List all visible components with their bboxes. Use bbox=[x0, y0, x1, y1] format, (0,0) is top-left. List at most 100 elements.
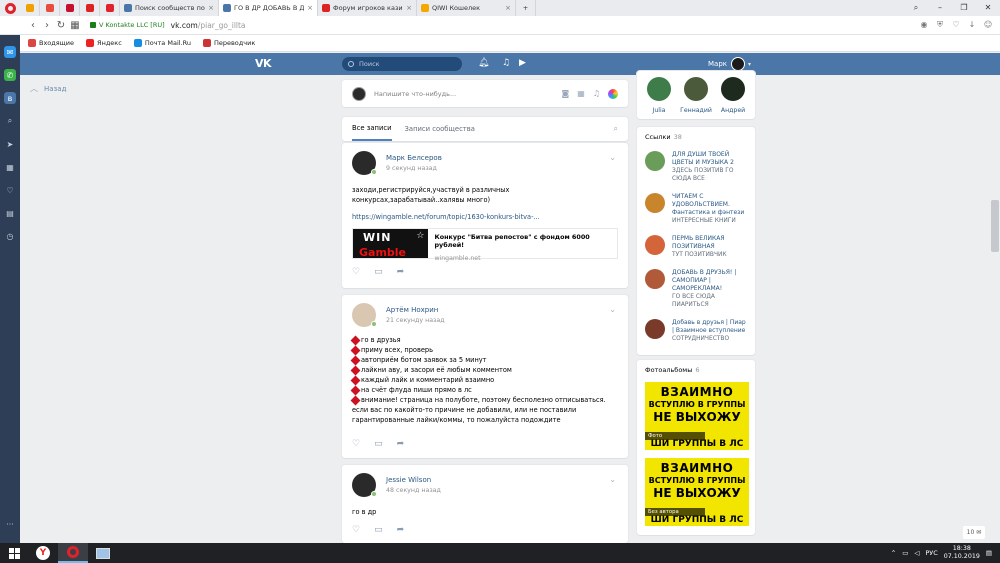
taskbar-yandex[interactable]: Y bbox=[28, 543, 58, 563]
post-time[interactable]: 9 секунд назад bbox=[386, 165, 442, 172]
bookmark-inbox[interactable]: Входящие bbox=[28, 39, 74, 47]
start-button[interactable] bbox=[0, 547, 28, 559]
bookmark-yandex[interactable]: Яндекс bbox=[86, 39, 122, 47]
comment-icon[interactable]: ▭ bbox=[374, 267, 383, 277]
avatar[interactable] bbox=[352, 303, 377, 327]
security-badge[interactable]: V Kontakte LLC [RU] bbox=[90, 21, 165, 29]
more-icon[interactable]: ··· bbox=[6, 520, 14, 529]
close-tab-icon[interactable]: × bbox=[505, 4, 511, 12]
language-indicator[interactable]: РУС bbox=[925, 549, 937, 557]
restore-icon[interactable]: ❐ bbox=[952, 3, 976, 13]
friend-item[interactable]: Геннадий bbox=[679, 77, 713, 114]
heart-icon[interactable]: ♡ bbox=[950, 20, 962, 30]
share-icon[interactable]: ➦ bbox=[397, 267, 405, 277]
messenger-icon[interactable]: ✉ bbox=[4, 46, 16, 58]
music-icon[interactable]: ♫ bbox=[593, 89, 600, 98]
group-link[interactable]: ДОБАВЬ В ДРУЗЬЯ! | САМОПИАР | САМОРЕКЛАМ… bbox=[645, 269, 747, 309]
tab-all-posts[interactable]: Все записи bbox=[352, 117, 392, 141]
album-thumbnail[interactable]: ВЗАИМНО ВСТУПЛЮ В ГРУППЫ НЕ ВЫХОЖУ Фото … bbox=[645, 382, 749, 450]
pinned-tab[interactable] bbox=[100, 0, 120, 16]
favorites-icon[interactable]: ♡ bbox=[4, 184, 16, 196]
video-icon[interactable]: ▦ bbox=[577, 89, 585, 98]
vk-icon[interactable]: в bbox=[4, 92, 16, 104]
pinned-tab[interactable] bbox=[80, 0, 100, 16]
comment-icon[interactable]: ▭ bbox=[374, 525, 383, 535]
taskbar-explorer[interactable] bbox=[88, 543, 118, 563]
send-icon[interactable]: ➤ bbox=[4, 138, 16, 150]
like-icon[interactable]: ♡ bbox=[352, 439, 360, 449]
search-icon[interactable]: ⌕ bbox=[4, 115, 16, 127]
whatsapp-icon[interactable]: ✆ bbox=[4, 69, 16, 81]
tab[interactable]: Форум игроков казино × bbox=[318, 0, 417, 16]
notifications-bell-icon[interactable]: 🔔︎ bbox=[478, 58, 489, 68]
post-author[interactable]: Jessie Wilson bbox=[386, 476, 441, 484]
opera-menu-button[interactable] bbox=[0, 0, 20, 16]
bookmark-mailru[interactable]: Почта Mail.Ru bbox=[133, 39, 191, 47]
friend-item[interactable]: Julia bbox=[642, 77, 676, 114]
chevron-down-icon[interactable]: ⌄ bbox=[609, 305, 616, 314]
page-scrollbar[interactable] bbox=[991, 75, 1000, 543]
scrollbar-thumb[interactable] bbox=[991, 200, 999, 252]
links-header[interactable]: Ссылки 38 bbox=[645, 133, 747, 141]
tab-search-icon[interactable]: ⌕ bbox=[904, 3, 928, 13]
pinned-tab[interactable] bbox=[20, 0, 40, 16]
download-icon[interactable]: ↓ bbox=[966, 20, 978, 30]
share-icon[interactable]: ➦ bbox=[397, 439, 405, 449]
tab[interactable]: Поиск сообществ по запр× bbox=[120, 0, 219, 16]
minimize-icon[interactable]: – bbox=[928, 3, 952, 13]
bookmark-translator[interactable]: Переводчик bbox=[202, 39, 255, 47]
search-icon[interactable]: ⌕ bbox=[614, 124, 618, 134]
history-icon[interactable]: ◷ bbox=[4, 230, 16, 242]
music-icon[interactable]: ♫ bbox=[502, 58, 510, 68]
camera-icon[interactable]: ◉ bbox=[918, 20, 930, 30]
comment-icon[interactable]: ▭ bbox=[374, 439, 383, 449]
chevron-down-icon[interactable]: ⌄ bbox=[609, 475, 616, 484]
news-icon[interactable]: ▤ bbox=[4, 207, 16, 219]
close-tab-icon[interactable]: × bbox=[307, 4, 313, 12]
apps-icon[interactable]: ▦ bbox=[4, 161, 16, 173]
volume-icon[interactable]: ◁ bbox=[914, 549, 919, 557]
photo-icon[interactable]: ◙ bbox=[562, 89, 570, 98]
url-input[interactable]: vk.com/piar_go_illta bbox=[171, 21, 246, 30]
group-link[interactable]: ПЕРМЬ ВЕЛИКАЯ ПОЗИТИВНАЯ ТУТ ПОЗИТИВЧИК bbox=[645, 235, 747, 259]
pinned-tab[interactable] bbox=[40, 0, 60, 16]
chevron-down-icon[interactable]: ⌄ bbox=[609, 153, 616, 162]
forward-icon[interactable]: › bbox=[40, 20, 54, 31]
taskbar-opera[interactable] bbox=[58, 543, 88, 563]
clock[interactable]: 18:38 07.10.2019 bbox=[944, 545, 980, 561]
link-snippet[interactable]: WIN Gamble ☆ Конкурс "Битва репостов" с … bbox=[352, 228, 618, 262]
album-thumbnail[interactable]: ВЗАИМНО ВСТУПЛЮ В ГРУППЫ НЕ ВЫХОЖУ Без а… bbox=[645, 458, 749, 526]
post-link[interactable]: https://wingamble.net/forum/topic/1630-k… bbox=[352, 213, 618, 221]
tab-active[interactable]: ГО В ДР ДОБАВЬ В ДРУЗЬЯ× bbox=[219, 0, 318, 16]
close-tab-icon[interactable]: × bbox=[208, 4, 214, 12]
avatar[interactable] bbox=[352, 151, 377, 175]
albums-header[interactable]: Фотоальбомы 6 bbox=[645, 366, 747, 374]
like-icon[interactable]: ♡ bbox=[352, 267, 360, 277]
tab-community-posts[interactable]: Записи сообщества bbox=[405, 117, 475, 141]
vk-logo-icon[interactable]: VK bbox=[255, 57, 272, 70]
shield-icon[interactable]: ⛨ bbox=[934, 20, 946, 30]
back-link[interactable]: ︿ Назад bbox=[30, 83, 66, 94]
group-link[interactable]: Добавь в друзья | Пиар | Взаимное вступл… bbox=[645, 319, 747, 343]
post-time[interactable]: 21 секунду назад bbox=[386, 317, 445, 324]
tray-chevron-icon[interactable]: ⌃ bbox=[891, 549, 896, 557]
messages-badge[interactable]: 10 ✉ bbox=[963, 526, 985, 539]
tab[interactable]: QIWI Кошелек × bbox=[417, 0, 516, 16]
post-author[interactable]: Артём Нохрин bbox=[386, 306, 445, 314]
pinned-tab[interactable] bbox=[60, 0, 80, 16]
user-menu[interactable]: Марк ▾ bbox=[708, 57, 751, 71]
new-tab-button[interactable]: + bbox=[516, 0, 536, 16]
group-link[interactable]: ЧИТАЕМ С УДОВОЛЬСТВИЕМ. Фантастика и фэн… bbox=[645, 193, 747, 225]
group-link[interactable]: ДЛЯ ДУШИ ТВОЕЙ ЦВЕТЫ И МУЗЫКА 2 ЗДЕСЬ ПОЗ… bbox=[645, 151, 747, 183]
network-icon[interactable]: ▭ bbox=[902, 549, 908, 557]
profile-icon[interactable]: ☺ bbox=[982, 20, 994, 30]
play-icon[interactable]: ▶ bbox=[519, 58, 526, 68]
like-icon[interactable]: ♡ bbox=[352, 525, 360, 535]
close-window-icon[interactable]: ✕ bbox=[976, 3, 1000, 13]
avatar[interactable] bbox=[352, 473, 377, 497]
notifications-icon[interactable]: ▤ bbox=[986, 549, 992, 557]
reload-icon[interactable]: ↻ bbox=[54, 20, 68, 31]
close-tab-icon[interactable]: × bbox=[406, 4, 412, 12]
back-icon[interactable]: ‹ bbox=[26, 20, 40, 31]
color-picker-icon[interactable] bbox=[608, 88, 618, 99]
